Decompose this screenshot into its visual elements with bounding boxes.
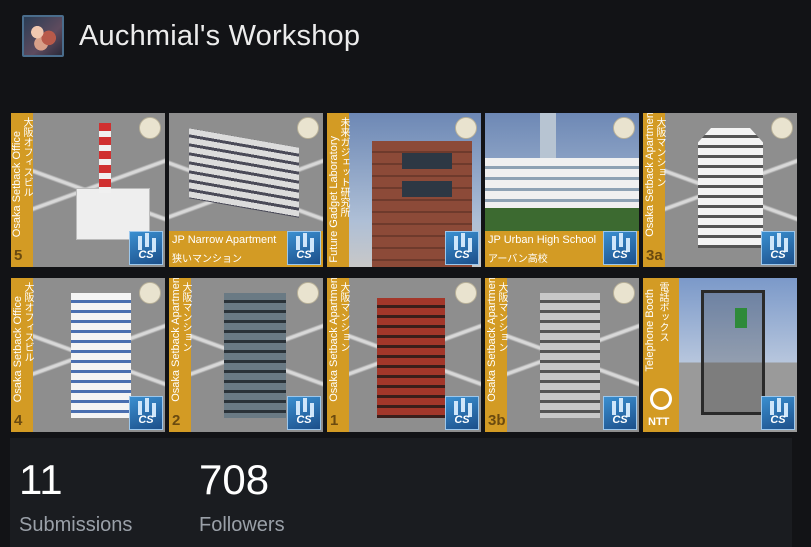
workshop-item-osaka-setback-office-4[interactable]: Osaka Setback Office 大阪オフィスビル 4 CS: [11, 278, 165, 432]
workshop-item-jp-urban-high-school[interactable]: JP Urban High School アーバン高校 CS: [485, 113, 639, 267]
item-number: 1: [330, 412, 339, 429]
cities-skylines-logo-icon: CS: [129, 231, 163, 265]
mod-badge-icon: [139, 117, 161, 139]
workshop-item-jp-narrow-apartment[interactable]: JP Narrow Apartment 狭いマンション CS: [169, 113, 323, 267]
submissions-stat[interactable]: 11 Submissions: [19, 458, 132, 537]
mod-badge-icon: [613, 282, 635, 304]
followers-count: 708: [199, 456, 270, 503]
cities-skylines-logo-icon: CS: [287, 231, 321, 265]
item-title-jp: 電話ボックス: [657, 282, 668, 342]
mod-badge-icon: [297, 117, 319, 139]
item-title-en: JP Urban High School: [488, 234, 597, 246]
workshop-items-grid: Osaka Setback Office 大阪オフィスビル 5 CS JP Na…: [11, 113, 797, 435]
cities-skylines-logo-icon: CS: [761, 396, 795, 430]
mod-badge-icon: [613, 117, 635, 139]
workshop-stats: 11 Submissions 708 Followers: [10, 438, 792, 547]
cities-skylines-logo-icon: CS: [287, 396, 321, 430]
workshop-item-osaka-setback-apartment-3a[interactable]: Osaka Setback Apartment 大阪マンション 3a CS: [643, 113, 797, 267]
item-number: 3a: [646, 247, 663, 264]
followers-stat[interactable]: 708 Followers: [199, 458, 285, 537]
submissions-count: 11: [19, 456, 63, 503]
followers-label: Followers: [199, 514, 285, 536]
workshop-item-osaka-setback-apartment-2[interactable]: Osaka Setback Apartment 大阪マンション 2 CS: [169, 278, 323, 432]
item-title-jp: 大阪オフィスビル: [21, 117, 32, 197]
mod-badge-icon: [297, 282, 319, 304]
workshop-item-osaka-setback-apartment-1[interactable]: Osaka Setback Apartment 大阪マンション 1 CS: [327, 278, 481, 432]
workshop-header: Auchmial's Workshop: [22, 14, 360, 58]
item-title-jp: 大阪マンション: [180, 282, 191, 352]
workshop-item-future-gadget-laboratory[interactable]: Future Gadget Laboratory 未来ガジェット研究所 CS: [327, 113, 481, 267]
ntt-logo-text: NTT: [648, 416, 670, 428]
mod-badge-icon: [455, 282, 477, 304]
cities-skylines-logo-icon: CS: [445, 396, 479, 430]
cities-skylines-logo-icon: CS: [603, 396, 637, 430]
workshop-item-osaka-setback-office-5[interactable]: Osaka Setback Office 大阪オフィスビル 5 CS: [11, 113, 165, 267]
mod-badge-icon: [771, 117, 793, 139]
item-title-jp: 大阪オフィスビル: [22, 282, 33, 362]
item-title-en: Telephone Booth: [644, 289, 656, 372]
item-number: 4: [14, 412, 23, 429]
cities-skylines-logo-icon: CS: [603, 231, 637, 265]
mod-badge-icon: [139, 282, 161, 304]
item-title-jp: アーバン高校: [488, 254, 548, 265]
item-number: 5: [14, 247, 23, 264]
item-title-jp: 大阪マンション: [338, 282, 349, 352]
cities-skylines-logo-icon: CS: [761, 231, 795, 265]
item-number: 2: [172, 412, 181, 429]
mod-badge-icon: [455, 117, 477, 139]
workshop-item-osaka-setback-apartment-3b[interactable]: Osaka Setback Apartment 大阪マンション 3b CS: [485, 278, 639, 432]
item-number: 3b: [488, 412, 506, 429]
cities-skylines-logo-icon: CS: [445, 231, 479, 265]
item-title-jp: 大阪マンション: [496, 282, 507, 352]
page-title[interactable]: Auchmial's Workshop: [79, 20, 360, 53]
avatar[interactable]: [22, 15, 64, 57]
workshop-item-telephone-booth[interactable]: Telephone Booth 電話ボックス NTT CS: [643, 278, 797, 432]
item-title-jp: 狭いマンション: [172, 254, 242, 265]
cities-skylines-logo-icon: CS: [129, 396, 163, 430]
ntt-logo-icon: [650, 388, 672, 410]
submissions-label: Submissions: [19, 514, 133, 536]
item-title-jp: 未来ガジェット研究所: [338, 117, 349, 217]
item-title-jp: 大阪マンション: [654, 117, 665, 187]
item-title-en: JP Narrow Apartment: [172, 234, 277, 246]
